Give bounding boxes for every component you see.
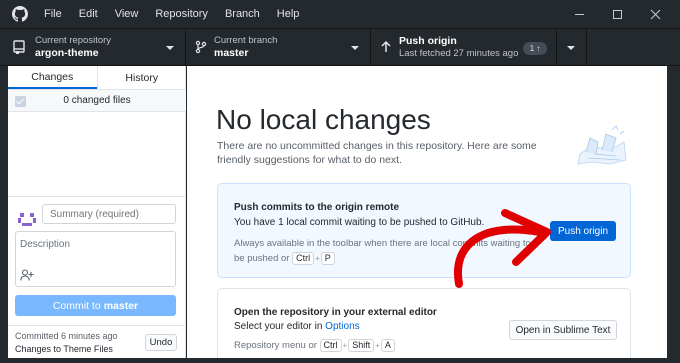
menu-branch[interactable]: Branch <box>225 8 269 20</box>
menu-file[interactable]: File <box>44 8 71 20</box>
menu-bar: File Edit View Repository Branch Help <box>44 0 316 28</box>
commit-button[interactable]: Commit to master <box>15 295 176 316</box>
push-options-dropdown[interactable] <box>557 29 587 67</box>
window-edge <box>667 66 680 363</box>
last-commit-message: Changes to Theme Files <box>15 344 113 354</box>
main-panel: No local changes There are no uncommitte… <box>187 66 667 358</box>
chevron-down-icon <box>166 46 174 50</box>
description-placeholder: Description <box>20 239 71 250</box>
push-card-description: You have 1 local commit waiting to be pu… <box>234 217 485 228</box>
chevron-down-icon <box>351 46 359 50</box>
commit-prefix: Commit to <box>52 299 101 312</box>
editor-card-title: Open the repository in your external edi… <box>234 307 437 318</box>
options-link[interactable]: Options <box>325 321 359 332</box>
commit-branch: master <box>103 299 139 312</box>
page-title: No local changes <box>216 104 431 135</box>
commit-form: Description Commit to master Committed 6… <box>8 196 186 358</box>
arrow-up-icon <box>381 40 391 52</box>
toolbar: Current repository argon-theme Current b… <box>0 28 680 67</box>
changed-files-header: 0 changed files <box>8 90 186 112</box>
arrow-up-small-icon: ↑ <box>536 44 541 53</box>
branch-label: Current branch <box>214 35 278 46</box>
kbd-a: A <box>380 339 395 352</box>
last-commit-panel: Committed 6 minutes ago Changes to Theme… <box>8 325 186 359</box>
push-commits-card: Push commits to the origin remote You ha… <box>217 183 631 278</box>
github-logo-icon <box>12 6 28 22</box>
chevron-down-icon <box>567 46 575 50</box>
repo-name: argon-theme <box>35 47 99 59</box>
minimize-icon <box>574 13 584 15</box>
sidebar: Changes History 0 changed files Descript… <box>8 66 186 358</box>
push-origin-card-button[interactable]: Push origin <box>550 221 616 241</box>
last-commit-time: Committed 6 minutes ago <box>15 331 118 341</box>
kbd-ctrl: Ctrl <box>319 339 342 352</box>
plus-icon: + <box>342 341 348 350</box>
repo-icon <box>13 40 25 54</box>
editor-card-description: Select your editor in Options <box>234 321 360 332</box>
minimize-button[interactable] <box>562 0 596 28</box>
tab-changes[interactable]: Changes <box>8 66 97 89</box>
open-in-editor-button[interactable]: Open in Sublime Text <box>509 320 617 340</box>
window-bottom-edge <box>0 358 680 363</box>
tab-history[interactable]: History <box>96 66 187 89</box>
editor-desc-text: Select your editor in <box>234 321 323 332</box>
current-repository-dropdown[interactable]: Current repository argon-theme <box>0 29 186 67</box>
description-field[interactable]: Description <box>15 231 176 287</box>
plus-icon: + <box>315 254 320 263</box>
add-coauthor-icon[interactable] <box>20 269 34 281</box>
push-note-text: Always available in the toolbar when the… <box>234 238 531 264</box>
close-button[interactable] <box>638 0 672 28</box>
push-count-badge: 1 ↑ <box>523 42 547 55</box>
sidebar-tabs: Changes History <box>8 66 186 90</box>
branch-name: master <box>214 47 249 59</box>
avatar <box>16 209 38 231</box>
push-card-note: Always available in the toolbar when the… <box>234 236 534 266</box>
current-branch-dropdown[interactable]: Current branch master <box>186 29 371 67</box>
branch-icon <box>195 40 207 54</box>
maximize-button[interactable] <box>600 0 634 28</box>
kbd-shift: Shift <box>348 339 375 352</box>
editor-card-note: Repository menu or Ctrl + Shift + A <box>234 338 534 353</box>
close-icon <box>650 9 660 19</box>
menu-edit[interactable]: Edit <box>79 8 107 20</box>
title-bar: File Edit View Repository Branch Help <box>0 0 680 28</box>
push-count: 1 <box>529 44 535 53</box>
menu-repository[interactable]: Repository <box>155 8 217 20</box>
repo-label: Current repository <box>35 35 112 46</box>
last-fetched: Last fetched 27 minutes ago <box>399 48 519 59</box>
kbd-ctrl: Ctrl <box>292 252 315 265</box>
no-changes-illustration-icon <box>577 125 627 165</box>
page-subtitle: There are no uncommitted changes in this… <box>217 140 537 166</box>
push-card-title: Push commits to the origin remote <box>234 202 400 213</box>
push-label: Push origin <box>399 35 457 47</box>
kbd-p: P <box>320 252 335 265</box>
github-desktop-window: File Edit View Repository Branch Help Cu… <box>0 0 680 363</box>
maximize-icon <box>612 9 622 19</box>
changed-files-count: 0 changed files <box>63 95 131 106</box>
summary-input[interactable] <box>42 204 176 224</box>
open-editor-card: Open the repository in your external edi… <box>217 288 631 358</box>
undo-button[interactable]: Undo <box>145 334 177 351</box>
editor-note-text: Repository menu or <box>234 340 317 351</box>
menu-help[interactable]: Help <box>277 8 309 20</box>
plus-icon: + <box>375 341 380 350</box>
menu-view[interactable]: View <box>115 8 148 20</box>
